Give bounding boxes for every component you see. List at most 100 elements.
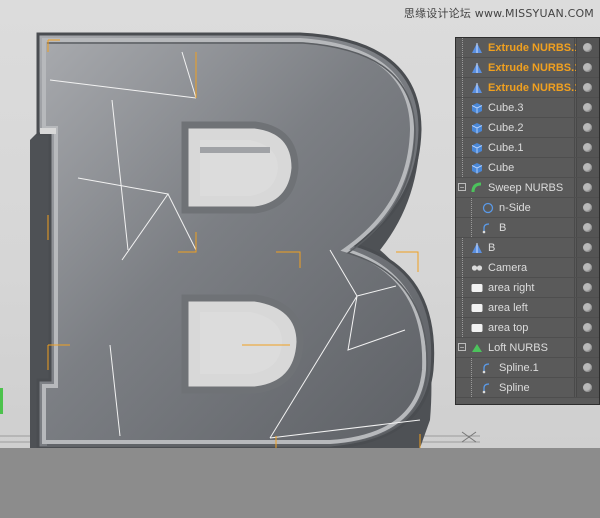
circle-spline-icon (482, 202, 494, 214)
visibility-dot-icon (583, 43, 592, 52)
tree-line (462, 138, 463, 157)
column-separator (574, 178, 575, 197)
visibility-toggle[interactable] (576, 58, 599, 77)
visibility-toggle[interactable] (576, 98, 599, 117)
axis-indicator (0, 388, 3, 414)
column-separator (574, 138, 575, 157)
object-label: Sweep NURBS (488, 181, 564, 194)
visibility-toggle[interactable] (576, 138, 599, 157)
visibility-dot-icon (583, 183, 592, 192)
cube-icon (471, 162, 483, 174)
visibility-toggle[interactable] (576, 278, 599, 297)
object-label: Cube.1 (488, 141, 524, 154)
visibility-toggle[interactable] (576, 158, 599, 177)
object-label: Cube.3 (488, 101, 524, 114)
extrude-icon (471, 42, 483, 54)
object-manager-panel[interactable]: Extrude NURBS.1 Extrude NURBS.1 Extrude NU… (455, 37, 600, 405)
object-label: area left (488, 301, 528, 314)
column-separator (574, 238, 575, 257)
object-row[interactable]: Cube.2 (456, 118, 599, 138)
tree-line (462, 318, 463, 337)
visibility-toggle[interactable] (576, 118, 599, 137)
collapse-toggle-icon[interactable]: − (458, 183, 466, 192)
column-separator (574, 78, 575, 97)
column-separator (574, 258, 575, 277)
camera-icon (471, 262, 483, 274)
object-label: Extrude NURBS.1 (488, 81, 581, 94)
object-label: Spline.1 (499, 361, 539, 374)
tree-line (462, 58, 463, 77)
spline-icon (482, 382, 494, 394)
visibility-toggle[interactable] (576, 38, 599, 57)
tree-line (462, 78, 463, 97)
object-row[interactable]: B (456, 218, 599, 238)
object-row[interactable]: area right (456, 278, 599, 298)
visibility-dot-icon (583, 383, 592, 392)
area-light-icon (471, 322, 483, 334)
visibility-toggle[interactable] (576, 78, 599, 97)
visibility-toggle[interactable] (576, 198, 599, 217)
tree-line (471, 378, 472, 397)
visibility-dot-icon (583, 303, 592, 312)
object-row[interactable]: Cube.1 (456, 138, 599, 158)
column-separator (574, 378, 575, 397)
column-separator (574, 298, 575, 317)
tree-line (462, 38, 463, 57)
visibility-dot-icon (583, 63, 592, 72)
visibility-toggle[interactable] (576, 258, 599, 277)
column-separator (574, 198, 575, 217)
column-separator (574, 58, 575, 77)
collapse-toggle-icon[interactable]: − (458, 343, 466, 352)
top-left-notch (40, 128, 56, 134)
visibility-dot-icon (583, 143, 592, 152)
visibility-toggle[interactable] (576, 298, 599, 317)
object-row[interactable]: Cube (456, 158, 599, 178)
visibility-toggle[interactable] (576, 318, 599, 337)
visibility-dot-icon (583, 343, 592, 352)
sweep-icon (471, 182, 483, 194)
visibility-toggle[interactable] (576, 338, 599, 357)
object-row[interactable]: area left (456, 298, 599, 318)
visibility-dot-icon (583, 223, 592, 232)
tree-line (462, 158, 463, 177)
visibility-toggle[interactable] (576, 238, 599, 257)
area-light-icon (471, 282, 483, 294)
object-label: B (499, 221, 507, 234)
column-separator (574, 278, 575, 297)
object-label: area top (488, 321, 529, 334)
area-light-icon (471, 302, 483, 314)
object-row[interactable]: area top (456, 318, 599, 338)
object-row[interactable]: Extrude NURBS.1 (456, 38, 599, 58)
object-row[interactable]: − Sweep NURBS (456, 178, 599, 198)
object-row[interactable]: Extrude NURBS.1 (456, 58, 599, 78)
column-separator (574, 218, 575, 237)
object-row[interactable]: Spline (456, 378, 599, 398)
object-row[interactable]: − Loft NURBS (456, 338, 599, 358)
column-separator (574, 118, 575, 137)
visibility-dot-icon (583, 103, 592, 112)
object-label: Cube (488, 161, 515, 174)
object-row[interactable]: Camera (456, 258, 599, 278)
visibility-toggle[interactable] (576, 378, 599, 397)
object-row[interactable]: B (456, 238, 599, 258)
visibility-toggle[interactable] (576, 358, 599, 377)
cube-icon (471, 142, 483, 154)
object-row[interactable]: Spline.1 (456, 358, 599, 378)
tree-line (471, 218, 472, 237)
object-row[interactable]: Extrude NURBS.1 (456, 78, 599, 98)
tree-line (462, 298, 463, 317)
object-row[interactable]: Cube.3 (456, 98, 599, 118)
cube-icon (471, 102, 483, 114)
visibility-dot-icon (583, 323, 592, 332)
extrude-icon (471, 242, 483, 254)
object-label: Loft NURBS (488, 341, 548, 354)
visibility-dot-icon (583, 163, 592, 172)
visibility-dot-icon (583, 83, 592, 92)
object-label: Camera (488, 261, 528, 274)
floor-plane (0, 448, 600, 518)
spline-icon (482, 362, 494, 374)
visibility-toggle[interactable] (576, 178, 599, 197)
visibility-dot-icon (583, 283, 592, 292)
visibility-toggle[interactable] (576, 218, 599, 237)
object-row[interactable]: n-Side (456, 198, 599, 218)
